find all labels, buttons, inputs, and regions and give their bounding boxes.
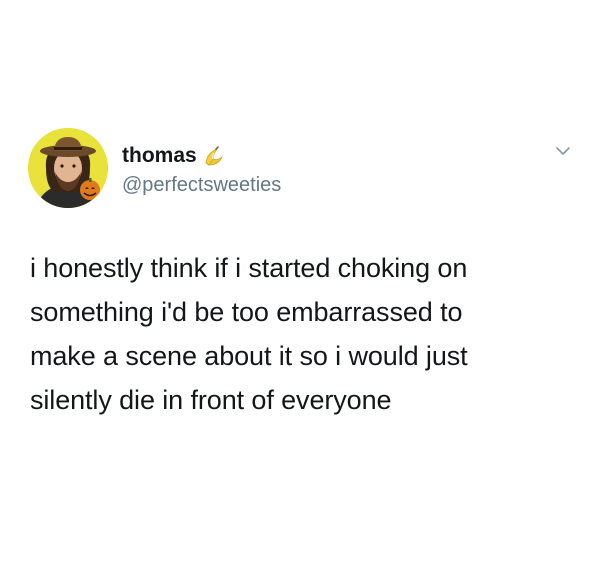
tweet-text: i honestly think if i started choking on…: [30, 246, 575, 422]
tweet-card: thomas @perfectsweeties i honestly think…: [0, 0, 599, 574]
tweet-text-line: i honestly think if i started choking on: [30, 253, 468, 283]
user-info: thomas @perfectsweeties: [122, 143, 281, 198]
banana-emoji: [203, 145, 225, 167]
tweet-text-line: silently die in front of everyone: [30, 385, 392, 415]
user-handle[interactable]: @perfectsweeties: [122, 172, 281, 198]
chevron-down-icon[interactable]: [554, 142, 572, 160]
tweet-text-line: something i'd be too embarrassed to: [30, 297, 463, 327]
avatar-image: [28, 128, 108, 208]
avatar[interactable]: [28, 128, 108, 208]
display-name-row: thomas: [122, 143, 281, 169]
tweet-text-line: make a scene about it so i would just: [30, 341, 468, 371]
display-name[interactable]: thomas: [122, 143, 197, 169]
tweet-header: thomas @perfectsweeties: [28, 128, 578, 208]
